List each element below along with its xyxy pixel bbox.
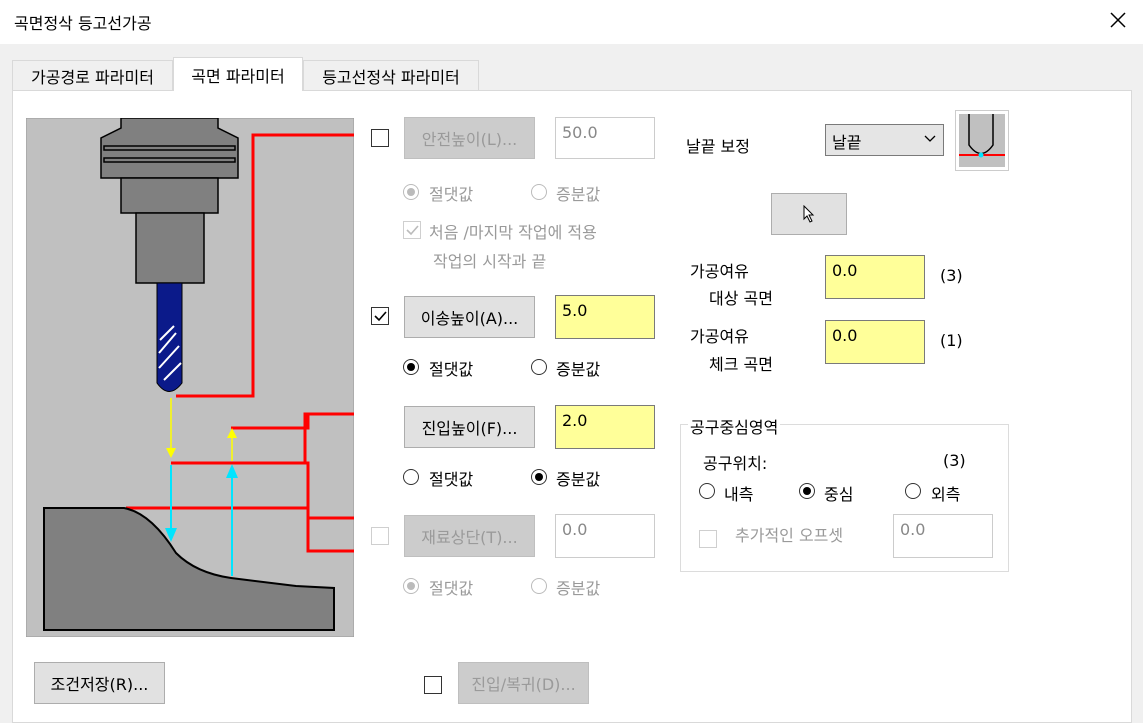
retract-button[interactable]: 이송높이(A)...	[404, 296, 535, 338]
feed-incremental-label: 증분값	[556, 470, 601, 489]
chevron-down-icon	[924, 135, 936, 142]
tab-toolpath-parameters[interactable]: 가공경로 파라미터	[12, 60, 173, 90]
tip-comp-select[interactable]: 날끝	[825, 124, 944, 156]
extra-offset-field[interactable]: 0.0	[893, 514, 993, 558]
entry-exit-checkbox[interactable]	[424, 676, 442, 694]
stock-drive-label: 가공여유	[690, 262, 749, 281]
clearance-incremental-radio[interactable]	[531, 184, 547, 200]
stock-absolute-label: 절댓값	[429, 579, 474, 598]
stock-check-field[interactable]: 0.0	[825, 320, 925, 364]
tab-surface-parameters[interactable]: 곡면 파라미터	[173, 57, 303, 91]
feed-absolute-label: 절댓값	[429, 470, 474, 489]
top-of-stock-checkbox[interactable]	[371, 527, 389, 545]
clearance-incremental-label: 증분값	[556, 185, 601, 204]
save-conditions-button[interactable]: 조건저장(R)...	[34, 662, 165, 704]
tip-comp-label: 날끝 보정	[686, 137, 750, 156]
center-radio[interactable]	[799, 483, 815, 499]
outside-label: 외측	[931, 485, 961, 504]
stock-check-count: (1)	[940, 331, 963, 350]
retract-absolute-label: 절댓값	[429, 360, 474, 379]
stock-drive-field[interactable]: 0.0	[825, 255, 925, 299]
retract-absolute-radio[interactable]	[403, 359, 419, 375]
feed-plane-field[interactable]: 2.0	[555, 405, 655, 449]
outside-radio[interactable]	[905, 483, 921, 499]
close-icon[interactable]	[1106, 8, 1130, 32]
clearance-absolute-radio[interactable]	[403, 184, 419, 200]
cursor-icon	[803, 205, 815, 223]
top-of-stock-field[interactable]: 0.0	[555, 514, 655, 558]
height-diagram	[26, 118, 354, 637]
center-label: 중심	[824, 485, 854, 504]
clearance-button[interactable]: 안전높이(L)...	[404, 117, 535, 159]
retract-checkbox[interactable]	[371, 307, 389, 325]
clearance-absolute-label: 절댓값	[429, 185, 474, 204]
retract-incremental-label: 증분값	[556, 360, 601, 379]
stock-absolute-radio[interactable]	[403, 578, 419, 594]
top-of-stock-button[interactable]: 재료상단(T)...	[404, 515, 535, 557]
containment-group-label: 공구중심영역	[688, 414, 781, 438]
feed-absolute-radio[interactable]	[403, 469, 419, 485]
retract-incremental-radio[interactable]	[531, 359, 547, 375]
feed-plane-button[interactable]: 진입높이(F)...	[404, 406, 535, 448]
stock-drive-count: (3)	[940, 266, 963, 285]
tip-comp-value: 날끝	[832, 133, 862, 152]
window-title: 곡면정삭 등고선가공	[14, 14, 152, 33]
stock-check-sublabel: 체크 곡면	[709, 355, 773, 374]
retract-field[interactable]: 5.0	[555, 295, 655, 339]
tool-tip-preview-icon	[955, 110, 1009, 171]
entry-exit-button[interactable]: 진입/복귀(D)...	[458, 662, 589, 704]
tab-contour-finish-parameters[interactable]: 등고선정삭 파라미터	[303, 60, 479, 90]
inside-radio[interactable]	[699, 483, 715, 499]
feed-incremental-radio[interactable]	[531, 469, 547, 485]
extra-offset-checkbox[interactable]	[699, 530, 717, 548]
stock-drive-sublabel: 대상 곡면	[709, 289, 773, 308]
extra-offset-label: 추가적인 오프셋	[735, 526, 844, 545]
first-last-checkbox[interactable]	[403, 221, 421, 239]
start-end-label: 작업의 시작과 끝	[433, 252, 547, 271]
clearance-field[interactable]: 50.0	[555, 117, 655, 159]
stock-incremental-radio[interactable]	[531, 578, 547, 594]
first-last-label: 처음 /마지막 작업에 적용	[429, 223, 597, 242]
title-bar	[0, 0, 1143, 44]
inside-label: 내측	[724, 485, 754, 504]
clearance-checkbox[interactable]	[371, 129, 389, 147]
tool-position-label: 공구위치:	[703, 454, 768, 473]
stock-incremental-label: 증분값	[556, 579, 601, 598]
pointer-button[interactable]	[771, 193, 847, 235]
containment-count: (3)	[943, 451, 966, 470]
stock-check-label: 가공여유	[690, 327, 749, 346]
